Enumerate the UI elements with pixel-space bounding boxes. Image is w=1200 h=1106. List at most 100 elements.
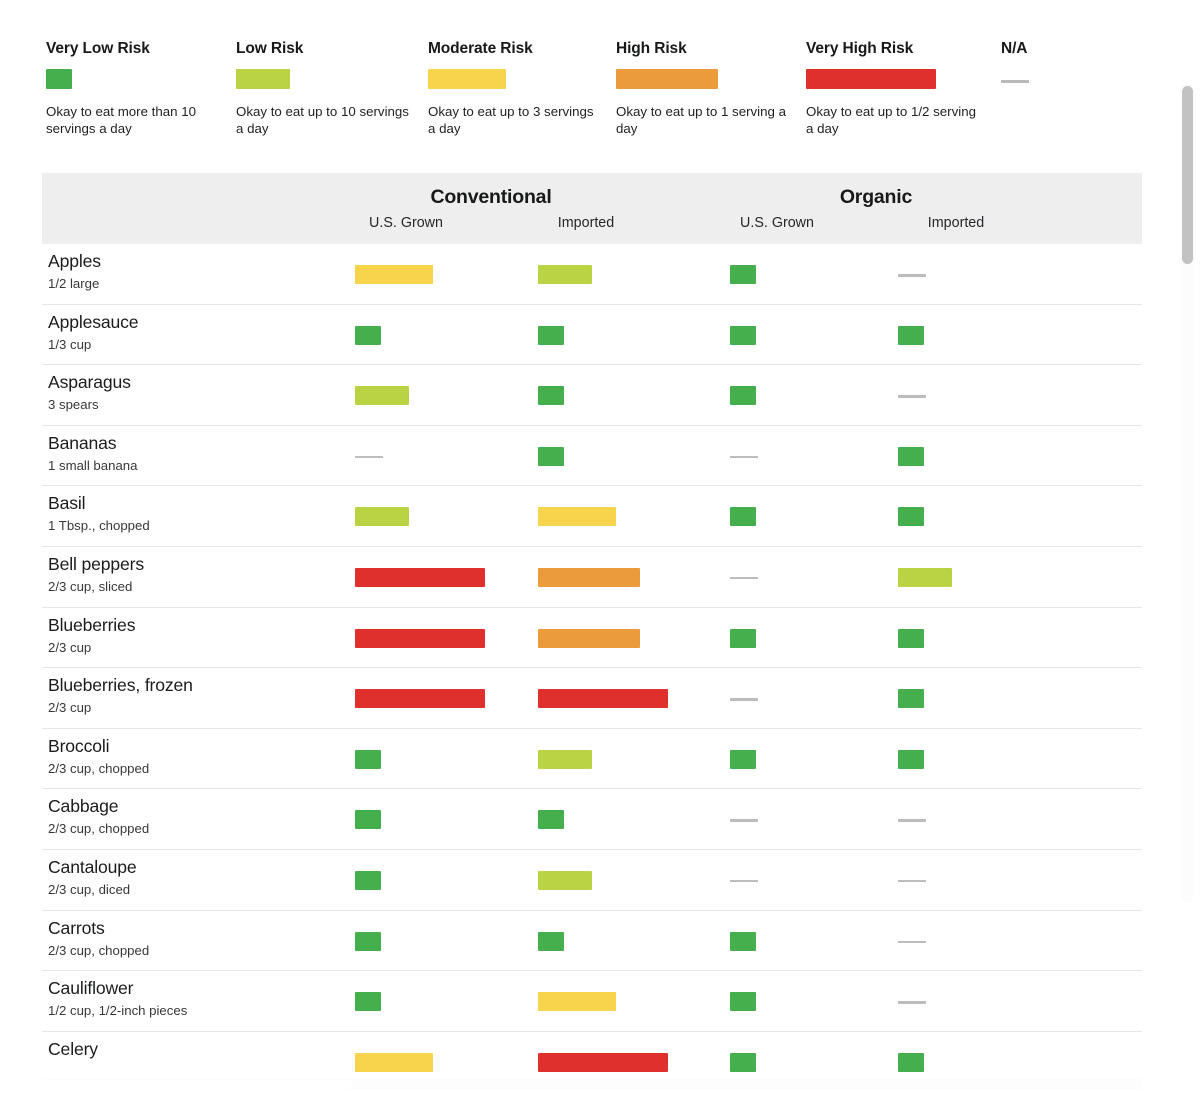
risk-bar-very-high [355, 689, 485, 708]
legend-item-high-risk: High RiskOkay to eat up to 1 serving a d… [616, 40, 791, 137]
table-row: Bananas1 small banana [42, 426, 1142, 487]
risk-bar-very-low [730, 1053, 756, 1072]
food-name: Cauliflower [48, 978, 133, 999]
food-name: Bell peppers [48, 554, 144, 575]
serving-size: 2/3 cup [48, 640, 91, 655]
risk-cell [355, 871, 381, 890]
table-row: Cauliflower 1/2 cup, 1/2-inch pieces [42, 971, 1142, 1032]
risk-cell [898, 326, 924, 345]
vertical-scrollbar-track[interactable] [1181, 84, 1194, 902]
risk-cell [355, 1053, 433, 1072]
risk-bar-low [538, 750, 592, 769]
legend-item-very-low-risk: Very Low Risk Okay to eat more than 10 se… [46, 40, 221, 137]
risk-bar-very-low [730, 265, 756, 284]
horizontal-scrollbar-thumb[interactable] [42, 1080, 352, 1089]
risk-cell [730, 992, 756, 1011]
na-dash-icon [730, 568, 758, 587]
risk-bar-very-low [538, 810, 564, 829]
risk-cell [898, 992, 926, 1011]
risk-cell [730, 326, 756, 345]
na-dash-icon [730, 810, 758, 829]
na-dash-icon [898, 932, 926, 951]
food-name: Celery [48, 1039, 98, 1060]
legend-description: Okay to eat up to 3 servings a day [428, 103, 603, 137]
risk-bar-moderate [355, 1053, 433, 1072]
risk-cell [538, 810, 564, 829]
risk-cell [538, 629, 640, 648]
risk-bar-very-low [898, 447, 924, 466]
risk-cell [730, 386, 756, 405]
risk-cell [538, 568, 640, 587]
risk-cell [730, 265, 756, 284]
risk-bar-very-low [538, 932, 564, 951]
legend-title: Very High Risk [806, 40, 981, 58]
risk-cell [730, 447, 758, 466]
legend-description: Okay to eat up to 1 serving a day [616, 103, 791, 137]
legend-title: Moderate Risk [428, 40, 603, 58]
risk-bar-very-low [355, 810, 381, 829]
na-dash-icon [898, 871, 926, 890]
risk-cell [730, 689, 758, 708]
na-dash-icon [730, 447, 758, 466]
legend-description: Okay to eat more than 10 servings a day [46, 103, 221, 137]
serving-size: 3 spears [48, 397, 99, 412]
table-row: Bell peppers 2/3 cup, sliced [42, 547, 1142, 608]
risk-cell [538, 689, 668, 708]
risk-bar-low [538, 265, 592, 284]
risk-bar-very-low [730, 386, 756, 405]
serving-size: 2/3 cup [48, 700, 91, 715]
risk-cell [538, 992, 616, 1011]
na-dash-icon [355, 447, 383, 466]
risk-bar-low [355, 507, 409, 526]
food-name: Blueberries [48, 615, 135, 636]
risk-cell [730, 1053, 756, 1072]
risk-cell [355, 689, 485, 708]
legend-item-moderate-risk: Moderate Risk Okay to eat up to 3 serving… [428, 40, 603, 137]
table-row: Blueberries, frozen2/3 cup [42, 668, 1142, 729]
legend-title: Very Low Risk [46, 40, 221, 58]
legend-color-swatch [46, 69, 72, 89]
legend-color-swatch [616, 69, 718, 89]
risk-bar-moderate [538, 507, 616, 526]
legend-item-very-high-risk: Very High Risk Okay to eat up to 1/2 serv… [806, 40, 981, 137]
food-name: Cabbage [48, 796, 118, 817]
risk-bar-high [538, 629, 640, 648]
risk-cell [355, 265, 433, 284]
risk-bar-very-low [355, 871, 381, 890]
risk-cell [898, 750, 924, 769]
risk-cell [730, 871, 758, 890]
legend-color-swatch [236, 69, 290, 89]
risk-cell [538, 386, 564, 405]
risk-bar-low [538, 871, 592, 890]
food-name: Apples [48, 251, 101, 272]
risk-bar-very-low [730, 326, 756, 345]
risk-bar-very-low [355, 326, 381, 345]
risk-bar-very-low [355, 932, 381, 951]
na-dash-icon [898, 386, 926, 405]
risk-bar-very-high [538, 1053, 668, 1072]
risk-cell [730, 568, 758, 587]
risk-cell [538, 447, 564, 466]
risk-cell [355, 992, 381, 1011]
na-dash-icon [898, 810, 926, 829]
risk-cell [538, 507, 616, 526]
legend-title: N/A [1001, 40, 1029, 58]
risk-bar-very-low [730, 507, 756, 526]
na-dash-icon [898, 265, 926, 284]
risk-bar-very-low [898, 326, 924, 345]
table-row: Carrots2/3 cup, chopped [42, 911, 1142, 972]
serving-size: 1 Tbsp., chopped [48, 518, 150, 533]
serving-size: 2/3 cup, chopped [48, 761, 149, 776]
legend-description: Okay to eat up to 1/2 serving a day [806, 103, 981, 137]
serving-size: 2/3 cup, chopped [48, 943, 149, 958]
column-group-header: Organic [726, 186, 1026, 209]
food-name: Cantaloupe [48, 857, 137, 878]
risk-cell [538, 1053, 668, 1072]
risk-bar-very-low [730, 992, 756, 1011]
risk-cell [898, 1053, 924, 1072]
risk-cell [355, 568, 485, 587]
vertical-scrollbar-thumb[interactable] [1182, 86, 1193, 264]
serving-size: 1/2 cup, 1/2-inch pieces [48, 1003, 187, 1018]
serving-size: 2/3 cup, sliced [48, 579, 132, 594]
risk-bar-very-high [355, 568, 485, 587]
